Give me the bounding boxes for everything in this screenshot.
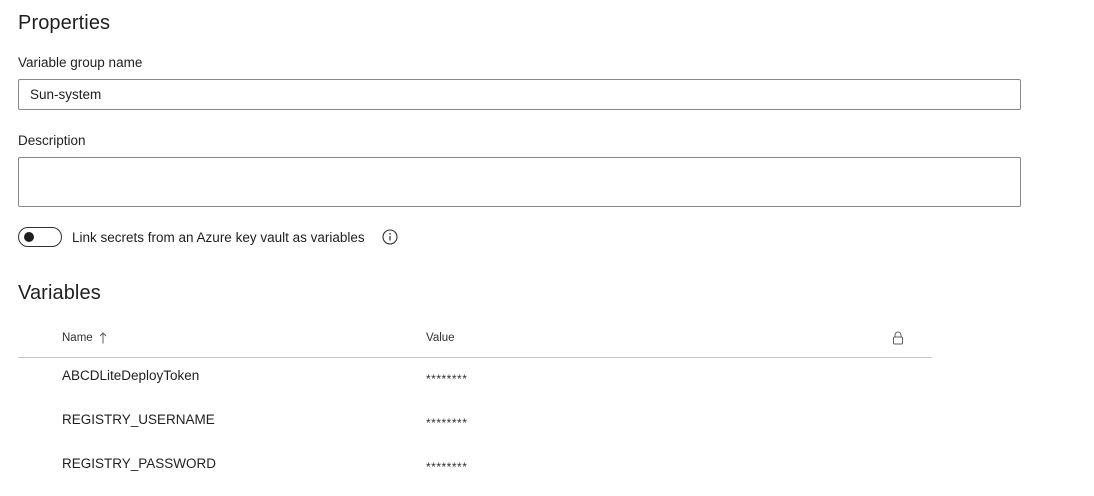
table-header: Name Value [18, 320, 932, 358]
variable-value: ******** [426, 416, 468, 430]
keyvault-toggle-row: Link secrets from an Azure key vault as … [18, 226, 398, 248]
group-name-input[interactable] [18, 79, 1021, 110]
table-row[interactable]: ABCDLiteDeployToken ******** [18, 358, 932, 402]
keyvault-toggle[interactable] [18, 227, 62, 247]
toggle-knob [24, 232, 34, 242]
variable-group-page: Properties Variable group name Descripti… [0, 0, 1094, 496]
lock-icon [892, 331, 904, 348]
arrow-up-icon [99, 332, 107, 344]
description-input[interactable] [18, 157, 1021, 207]
column-header-value: Value [426, 332, 455, 344]
variable-value: ******** [426, 372, 468, 386]
info-icon[interactable] [382, 229, 398, 245]
column-header-name-label: Name [62, 332, 93, 344]
variable-value: ******** [426, 460, 468, 474]
variables-table: Name Value ABCDLiteDeployToken ******** [18, 320, 932, 490]
description-label: Description [18, 133, 86, 148]
keyvault-toggle-label: Link secrets from an Azure key vault as … [72, 229, 365, 245]
variable-name: ABCDLiteDeployToken [62, 368, 200, 383]
properties-title: Properties [18, 12, 111, 34]
variable-name: REGISTRY_USERNAME [62, 412, 215, 427]
column-header-name[interactable]: Name [62, 332, 107, 344]
variables-title: Variables [18, 282, 101, 304]
table-row[interactable]: REGISTRY_PASSWORD ******** [18, 446, 932, 490]
table-row[interactable]: REGISTRY_USERNAME ******** [18, 402, 932, 446]
variable-name: REGISTRY_PASSWORD [62, 456, 217, 471]
group-name-label: Variable group name [18, 55, 143, 70]
